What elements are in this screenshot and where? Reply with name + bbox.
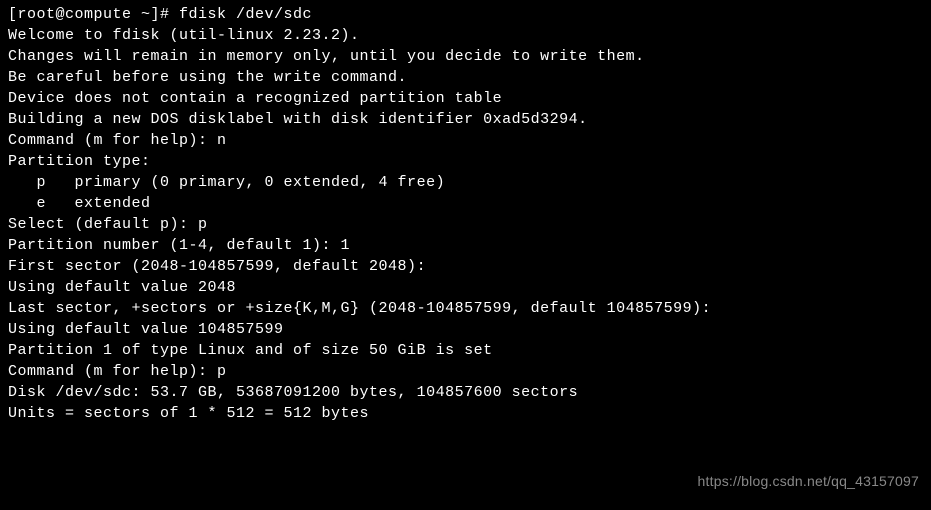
terminal-line: Units = sectors of 1 * 512 = 512 bytes <box>8 403 923 424</box>
terminal-line: Device does not contain a recognized par… <box>8 88 923 109</box>
terminal-line: p primary (0 primary, 0 extended, 4 free… <box>8 172 923 193</box>
terminal-line: Partition number (1-4, default 1): 1 <box>8 235 923 256</box>
terminal-line: Last sector, +sectors or +size{K,M,G} (2… <box>8 298 923 319</box>
terminal-line: Disk /dev/sdc: 53.7 GB, 53687091200 byte… <box>8 382 923 403</box>
terminal-line: Partition 1 of type Linux and of size 50… <box>8 340 923 361</box>
terminal-line: Changes will remain in memory only, unti… <box>8 46 923 67</box>
terminal-line: [root@compute ~]# fdisk /dev/sdc <box>8 4 923 25</box>
terminal-line: Welcome to fdisk (util-linux 2.23.2). <box>8 25 923 46</box>
terminal-line: Command (m for help): n <box>8 130 923 151</box>
terminal-line: Command (m for help): p <box>8 361 923 382</box>
watermark-text: https://blog.csdn.net/qq_43157097 <box>698 472 919 492</box>
terminal-line: Partition type: <box>8 151 923 172</box>
terminal-line: e extended <box>8 193 923 214</box>
terminal-line: Be careful before using the write comman… <box>8 67 923 88</box>
terminal-line: Building a new DOS disklabel with disk i… <box>8 109 923 130</box>
terminal-line: Using default value 2048 <box>8 277 923 298</box>
terminal-line: Select (default p): p <box>8 214 923 235</box>
terminal-output[interactable]: [root@compute ~]# fdisk /dev/sdc Welcome… <box>8 4 923 424</box>
terminal-line: First sector (2048-104857599, default 20… <box>8 256 923 277</box>
terminal-line: Using default value 104857599 <box>8 319 923 340</box>
